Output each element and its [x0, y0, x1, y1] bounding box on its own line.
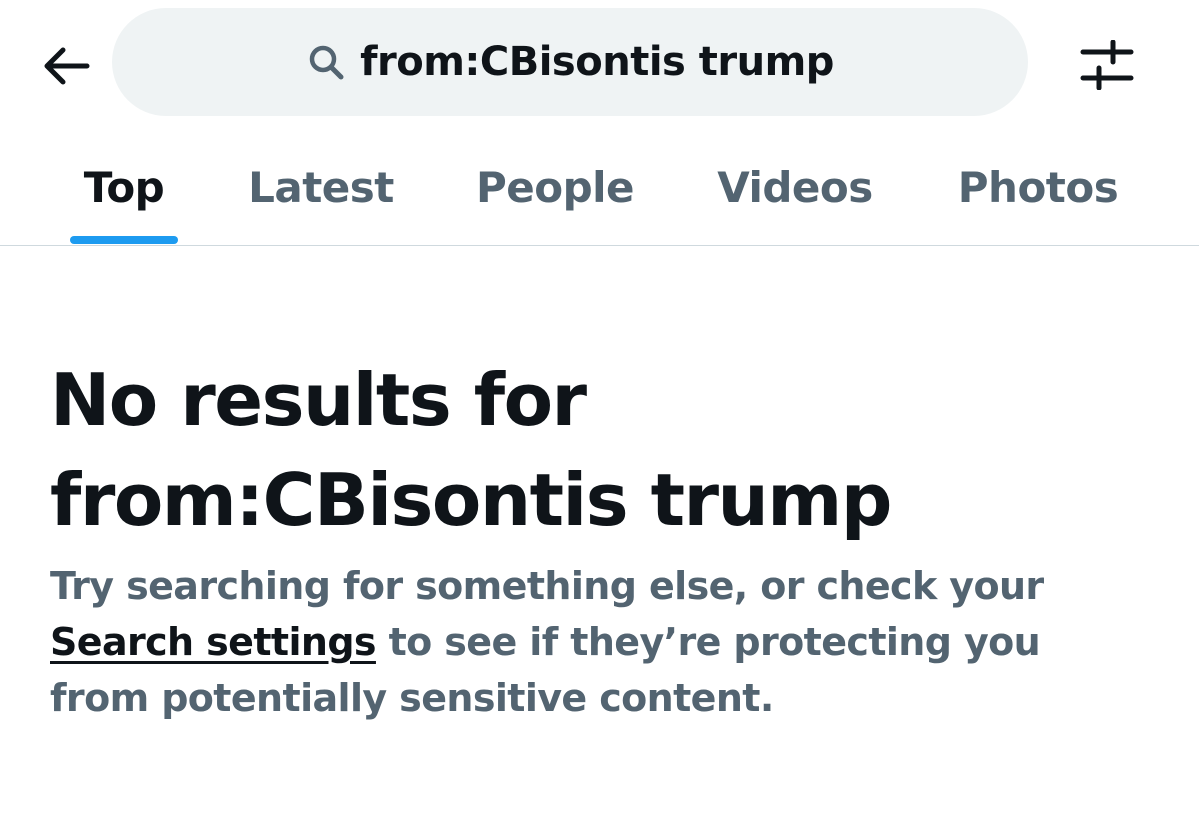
tab-photos[interactable]: Photos — [945, 130, 1131, 245]
empty-state-title: No results for from:CBisontis trump — [50, 350, 1160, 550]
sliders-icon — [1080, 40, 1134, 90]
search-tabs: Top Latest People Videos Photos — [0, 130, 1199, 246]
empty-state: No results for from:CBisontis trump Try … — [50, 350, 1160, 726]
tab-people[interactable]: People — [465, 130, 645, 245]
empty-desc-line-2: Search settings to see if they’re protec… — [50, 614, 1160, 670]
search-icon — [306, 42, 346, 82]
active-tab-indicator — [70, 236, 178, 244]
search-settings-link[interactable]: Search settings — [50, 620, 377, 664]
search-filter-button[interactable] — [1074, 32, 1140, 98]
empty-title-line-1: No results for — [50, 358, 587, 442]
empty-desc-line-3: from potentially sensitive content. — [50, 676, 774, 720]
empty-title-line-2: from:CBisontis trump — [50, 458, 892, 542]
empty-state-description: Try searching for something else, or che… — [50, 558, 1160, 726]
search-query-text: from:CBisontis trump — [360, 39, 834, 85]
arrow-left-icon — [44, 47, 90, 85]
tab-videos[interactable]: Videos — [705, 130, 885, 245]
empty-desc-line-1: Try searching for something else, or che… — [50, 564, 1044, 608]
search-input[interactable]: from:CBisontis trump — [112, 8, 1028, 116]
back-button[interactable] — [36, 36, 96, 96]
tab-top[interactable]: Top — [70, 130, 178, 245]
search-results-screen: from:CBisontis trump Top Latest People V… — [0, 0, 1199, 820]
empty-desc-line-2-rest: to see if they’re protecting you — [375, 620, 1041, 664]
tab-latest[interactable]: Latest — [238, 130, 404, 245]
search-header: from:CBisontis trump — [0, 0, 1199, 130]
